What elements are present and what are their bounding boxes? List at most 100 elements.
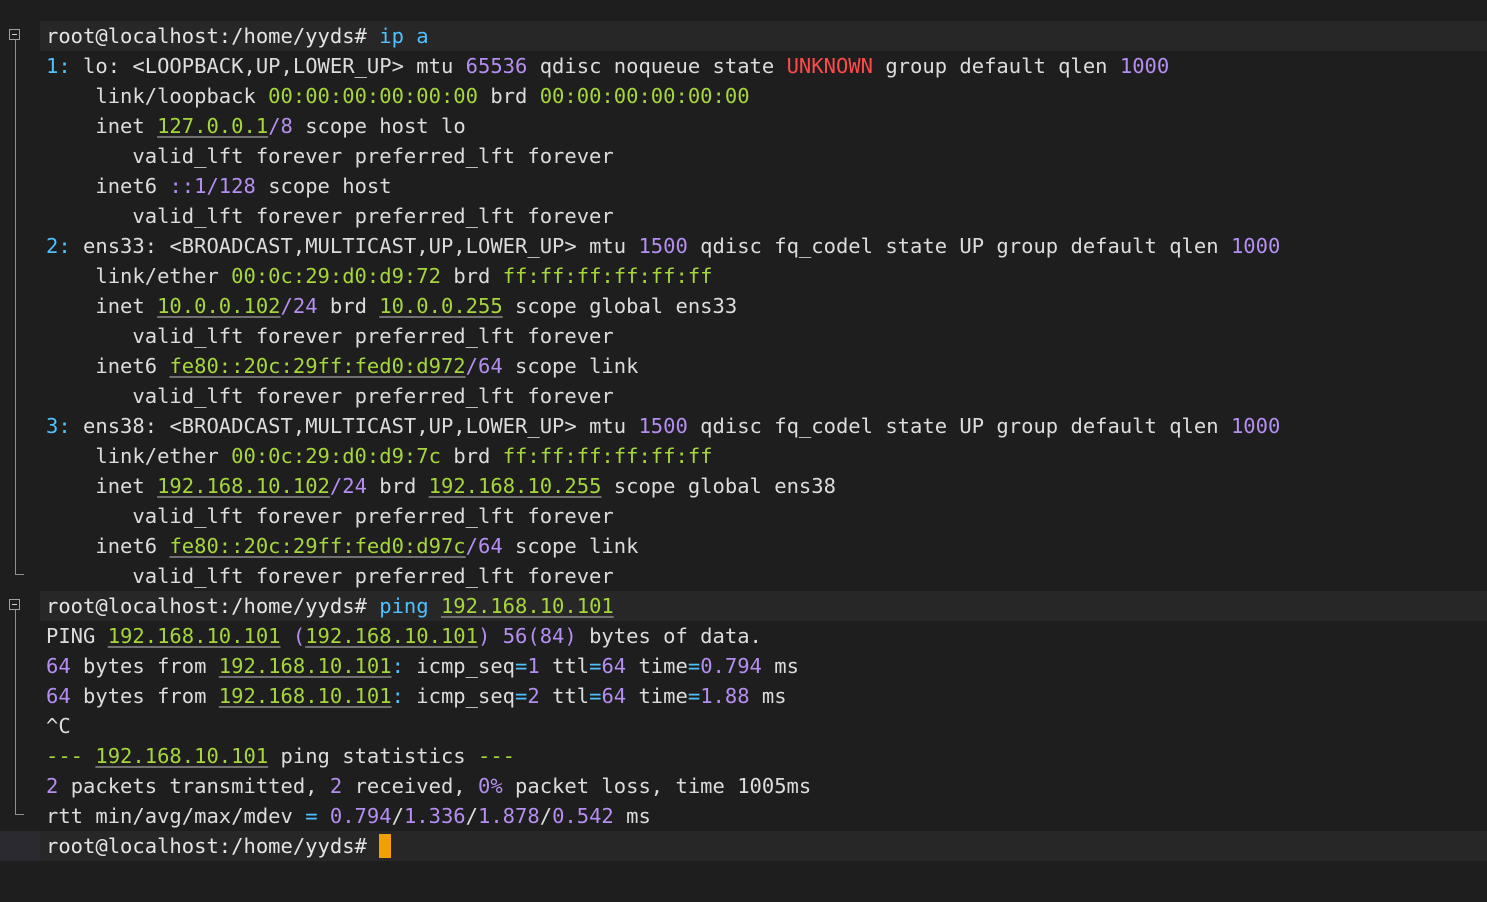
prefix: /8 <box>268 114 293 138</box>
label: icmp_seq <box>416 684 516 708</box>
scope: scope host lo <box>305 114 466 138</box>
broadcast-address[interactable]: 10.0.0.255 <box>379 294 502 318</box>
mac-address: 00:0c:29:d0:d9:7c <box>231 444 441 468</box>
ttl-value: 64 <box>601 654 627 678</box>
label: group default qlen <box>885 54 1108 78</box>
state-value: UP <box>959 414 985 438</box>
ip-address[interactable]: 192.168.10.101 <box>305 624 478 648</box>
prefix: /128 <box>206 174 256 198</box>
label: inet <box>95 294 145 318</box>
collapse-block-icon[interactable] <box>9 29 20 40</box>
ip-address[interactable]: 192.168.10.101 <box>95 744 268 768</box>
label: packets transmitted, <box>70 774 318 798</box>
unit: ms <box>774 654 799 678</box>
iface-flags: <LOOPBACK,UP,LOWER_UP> <box>132 54 404 78</box>
prompt: root@localhost:/home/yyds# <box>46 24 367 48</box>
scope: scope host <box>268 174 392 198</box>
iface-name: lo: <box>83 54 121 78</box>
fold-bracket <box>15 40 24 575</box>
ip-address[interactable]: 192.168.10.101 <box>219 684 392 708</box>
iface-index: 1: <box>46 54 71 78</box>
output-line: ^C <box>46 711 71 741</box>
command-argument[interactable]: 192.168.10.101 <box>441 594 614 618</box>
prompt-line[interactable]: root@localhost:/home/yyds# <box>46 831 392 861</box>
qlen-value: 1000 <box>1230 414 1281 438</box>
prefix: /64 <box>465 534 503 558</box>
prompt-line[interactable]: root@localhost:/home/yyds# ip a <box>46 21 429 51</box>
equals: = <box>687 654 701 678</box>
ip-address[interactable]: 10.0.0.102 <box>157 294 280 318</box>
label: state <box>885 234 948 258</box>
label: state <box>712 54 775 78</box>
label: brd <box>453 444 491 468</box>
collapse-block-icon[interactable] <box>9 599 20 610</box>
output-line: link/ether 00:0c:29:d0:d9:7c brd ff:ff:f… <box>46 441 712 471</box>
separator: --- <box>478 744 516 768</box>
output-line: inet 10.0.0.102/24 brd 10.0.0.255 scope … <box>46 291 737 321</box>
label: mtu <box>416 54 454 78</box>
label: qdisc <box>700 234 762 258</box>
label: qdisc <box>700 414 762 438</box>
unit: ms <box>761 684 787 708</box>
label: qdisc <box>539 54 602 78</box>
output-line: valid_lft forever preferred_lft forever <box>46 501 613 531</box>
output-line: valid_lft forever preferred_lft forever <box>46 561 613 591</box>
paren: ) <box>478 624 491 648</box>
terminal-window[interactable]: root@localhost:/home/yyds# ip a 1: lo: <… <box>0 0 1487 902</box>
ipv6-address[interactable]: fe80::20c:29ff:fed0:d972 <box>169 354 465 378</box>
seq-value: 1 <box>527 654 540 678</box>
seq-value: 2 <box>527 684 540 708</box>
label: rtt min/avg/max/mdev <box>46 804 293 828</box>
qdisc-value: fq_codel <box>774 414 873 438</box>
label: group default qlen <box>996 234 1219 258</box>
mac-address: 00:00:00:00:00:00 <box>268 84 478 108</box>
rtt-max: 1.878 <box>478 804 540 828</box>
iface-index: 2: <box>46 234 71 258</box>
colon: : <box>391 684 404 708</box>
qdisc-value: fq_codel <box>774 234 873 258</box>
label: brd <box>490 84 528 108</box>
time-value: 1.88 <box>700 684 750 708</box>
iface-flags: <BROADCAST,MULTICAST,UP,LOWER_UP> <box>169 234 577 258</box>
ip-address[interactable]: 192.168.10.102 <box>157 474 330 498</box>
qlen-value: 1000 <box>1119 54 1170 78</box>
output-line: rtt min/avg/max/mdev = 0.794/1.336/1.878… <box>46 801 651 831</box>
broadcast-address: ff:ff:ff:ff:ff:ff <box>502 264 713 288</box>
time-value: 0.794 <box>700 654 762 678</box>
label: brd <box>453 264 491 288</box>
label: received, <box>354 774 466 798</box>
separator: --- <box>46 744 84 768</box>
ip-address[interactable]: 192.168.10.101 <box>108 624 281 648</box>
ttl-value: 64 <box>601 684 627 708</box>
label: link/ether <box>95 264 219 288</box>
broadcast-address: 00:00:00:00:00:00 <box>539 84 750 108</box>
equals: = <box>589 654 602 678</box>
lifetime: valid_lft forever preferred_lft forever <box>132 204 614 228</box>
output-line: valid_lft forever preferred_lft forever <box>46 201 614 231</box>
ip-address[interactable]: 192.168.10.101 <box>219 654 392 678</box>
ipv6-address[interactable]: fe80::20c:29ff:fed0:d97c <box>169 534 465 558</box>
text-cursor[interactable] <box>379 834 392 858</box>
prompt-line[interactable]: root@localhost:/home/yyds# ping 192.168.… <box>46 591 614 621</box>
command: ip a <box>379 24 429 48</box>
equals: = <box>515 654 528 678</box>
label: time <box>638 654 688 678</box>
broadcast-address[interactable]: 192.168.10.255 <box>429 474 602 498</box>
prefix: /24 <box>329 474 367 498</box>
output-line: PING 192.168.10.101 (192.168.10.101) 56(… <box>46 621 762 651</box>
label: inet6 <box>95 534 158 558</box>
label: ttl <box>552 684 590 708</box>
prompt: root@localhost:/home/yyds# <box>46 834 367 858</box>
ping-reply-line: 64 bytes from 192.168.10.101: icmp_seq=1… <box>46 651 799 681</box>
slash: / <box>391 804 404 828</box>
prompt: root@localhost:/home/yyds# <box>46 594 367 618</box>
rx-count: 2 <box>329 774 343 798</box>
bytes: 64 <box>46 684 71 708</box>
mtu-value: 1500 <box>638 414 688 438</box>
label: ttl <box>552 654 590 678</box>
lifetime: valid_lft forever preferred_lft forever <box>132 384 614 408</box>
lifetime: valid_lft forever preferred_lft forever <box>132 324 614 348</box>
ip-address[interactable]: 127.0.0.1 <box>157 114 268 138</box>
iface-name: ens38: <box>83 414 158 438</box>
label: ping statistics <box>280 744 466 768</box>
